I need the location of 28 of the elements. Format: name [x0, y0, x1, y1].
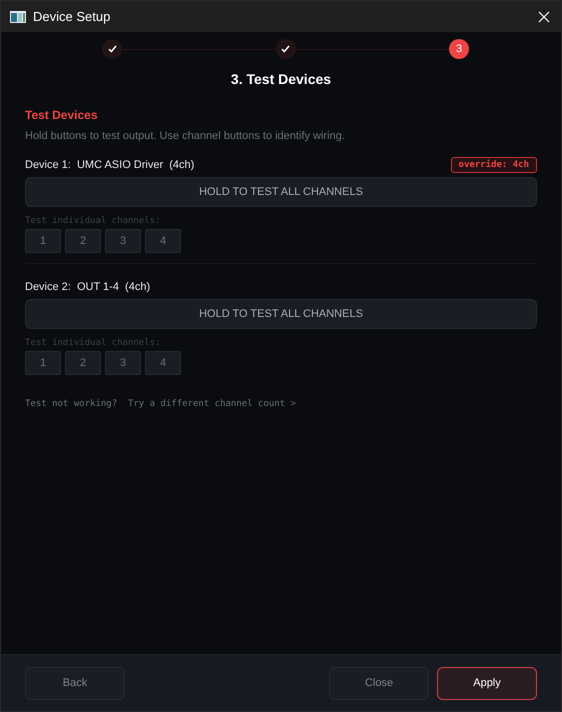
channel-button[interactable]: 3	[105, 229, 141, 253]
channel-button[interactable]: 3	[105, 351, 141, 375]
check-icon	[108, 45, 116, 53]
channel-button[interactable]: 2	[65, 229, 101, 253]
app-icon	[10, 10, 26, 22]
close-button[interactable]: Close	[329, 666, 429, 700]
device-label: Device 1: UMC ASIO Driver (4ch)	[25, 158, 194, 170]
channel-button[interactable]: 4	[145, 229, 181, 253]
close-icon[interactable]	[538, 10, 550, 22]
channel-count-link[interactable]: Test not working? Try a different channel count >	[25, 399, 537, 409]
apply-button[interactable]: Apply	[437, 666, 537, 700]
channel-button[interactable]: 2	[65, 351, 101, 375]
section-description: Hold buttons to test output. Use channel buttons to identify wiring.	[25, 130, 346, 142]
check-icon	[281, 45, 290, 53]
channels-label: Test individual channels:	[25, 216, 162, 226]
section-title: Test Devices	[25, 108, 98, 122]
channels-label: Test individual channels:	[25, 338, 162, 348]
channel-button[interactable]: 1	[25, 351, 61, 375]
device-label: Device 2: OUT 1-4 (4ch)	[25, 280, 150, 292]
window-title: Device Setup	[33, 9, 112, 24]
test-all-button[interactable]: HOLD TO TEST ALL CHANNELS	[25, 299, 537, 329]
step-heading: 3. Test Devices	[230, 71, 332, 87]
override-badge: override: 4ch	[450, 156, 537, 172]
channel-button[interactable]: 1	[25, 229, 61, 253]
test-all-button[interactable]: HOLD TO TEST ALL CHANNELS	[25, 177, 537, 207]
current-step: 3	[449, 39, 469, 59]
channel-button[interactable]: 4	[145, 351, 181, 375]
back-button[interactable]: Back	[25, 666, 125, 700]
